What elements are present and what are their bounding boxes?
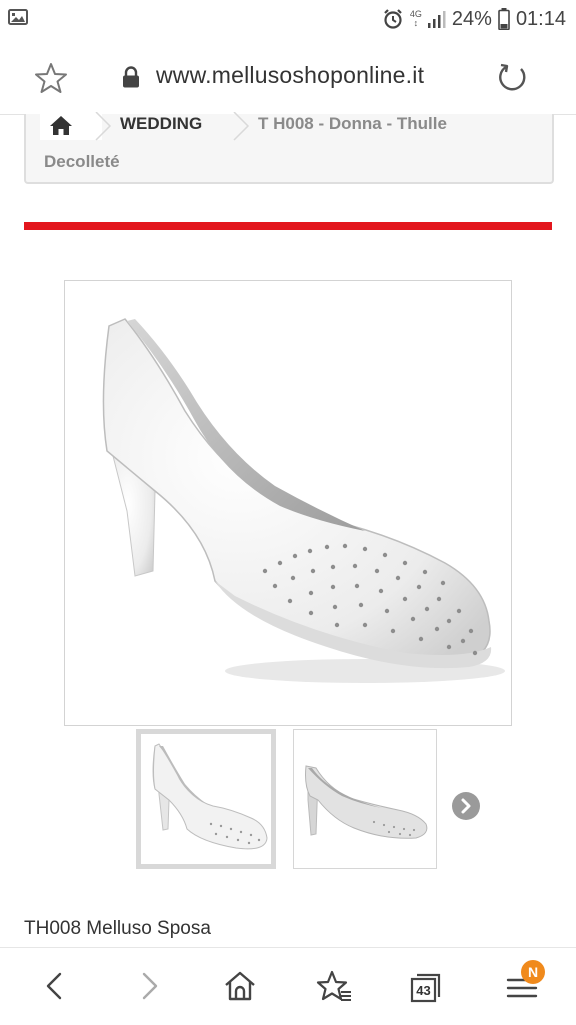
shoe-thumbnail-image — [152, 743, 268, 850]
photo-icon — [8, 9, 28, 25]
alarm-icon — [384, 9, 402, 29]
battery-icon — [498, 8, 510, 30]
chevron-right-icon — [233, 112, 250, 141]
back-icon[interactable] — [36, 966, 76, 1006]
star-icon[interactable] — [33, 60, 69, 96]
breadcrumb-row: WEDDING T H008 - Donna - Thulle — [26, 112, 552, 144]
next-image-button[interactable] — [452, 792, 480, 820]
forward-icon[interactable] — [128, 966, 168, 1006]
breadcrumb-current-continued: Decolleté — [44, 152, 120, 171]
bookmark-star-icon[interactable] — [314, 966, 354, 1006]
status-bar: 4G ↕ 24% 01:14 — [0, 0, 576, 38]
product-main-image[interactable] — [64, 280, 512, 726]
shoe-front-thumbnail[interactable] — [136, 729, 276, 869]
reload-icon[interactable] — [494, 58, 530, 94]
chevron-right-icon — [461, 798, 471, 814]
browser-url-bar: www.mellusoshoponline.it — [0, 38, 576, 115]
chevron-right-icon — [95, 112, 112, 141]
battery-percent: 24% — [451, 7, 492, 30]
signal-icon — [427, 11, 446, 28]
section-divider — [24, 222, 552, 230]
url-field[interactable]: www.mellusoshoponline.it — [156, 62, 424, 89]
shoe-thumbnail-image — [305, 765, 428, 839]
breadcrumb-current: T H008 - Donna - Thulle — [258, 114, 447, 133]
clock: 01:14 — [515, 7, 566, 30]
product-title: TH008 Melluso Sposa — [24, 918, 211, 939]
breadcrumb: WEDDING T H008 - Donna - Thulle Decollet… — [24, 112, 554, 184]
shoe-image — [102, 318, 505, 683]
lock-icon — [123, 66, 139, 88]
network-indicator: 4G ↕ — [410, 10, 422, 28]
breadcrumb-home[interactable] — [40, 114, 102, 140]
tab-count: 43 — [416, 983, 431, 998]
tabs-button[interactable]: 43 — [406, 966, 446, 1006]
breadcrumb-wedding[interactable]: WEDDING — [120, 114, 202, 134]
menu-badge: N — [521, 960, 545, 984]
home-icon — [50, 116, 72, 135]
browser-bottom-nav: 43 — [0, 947, 576, 1025]
network-activity: ↕ — [413, 18, 419, 28]
shoe-side-thumbnail[interactable] — [293, 729, 437, 869]
home-icon[interactable] — [220, 966, 260, 1006]
